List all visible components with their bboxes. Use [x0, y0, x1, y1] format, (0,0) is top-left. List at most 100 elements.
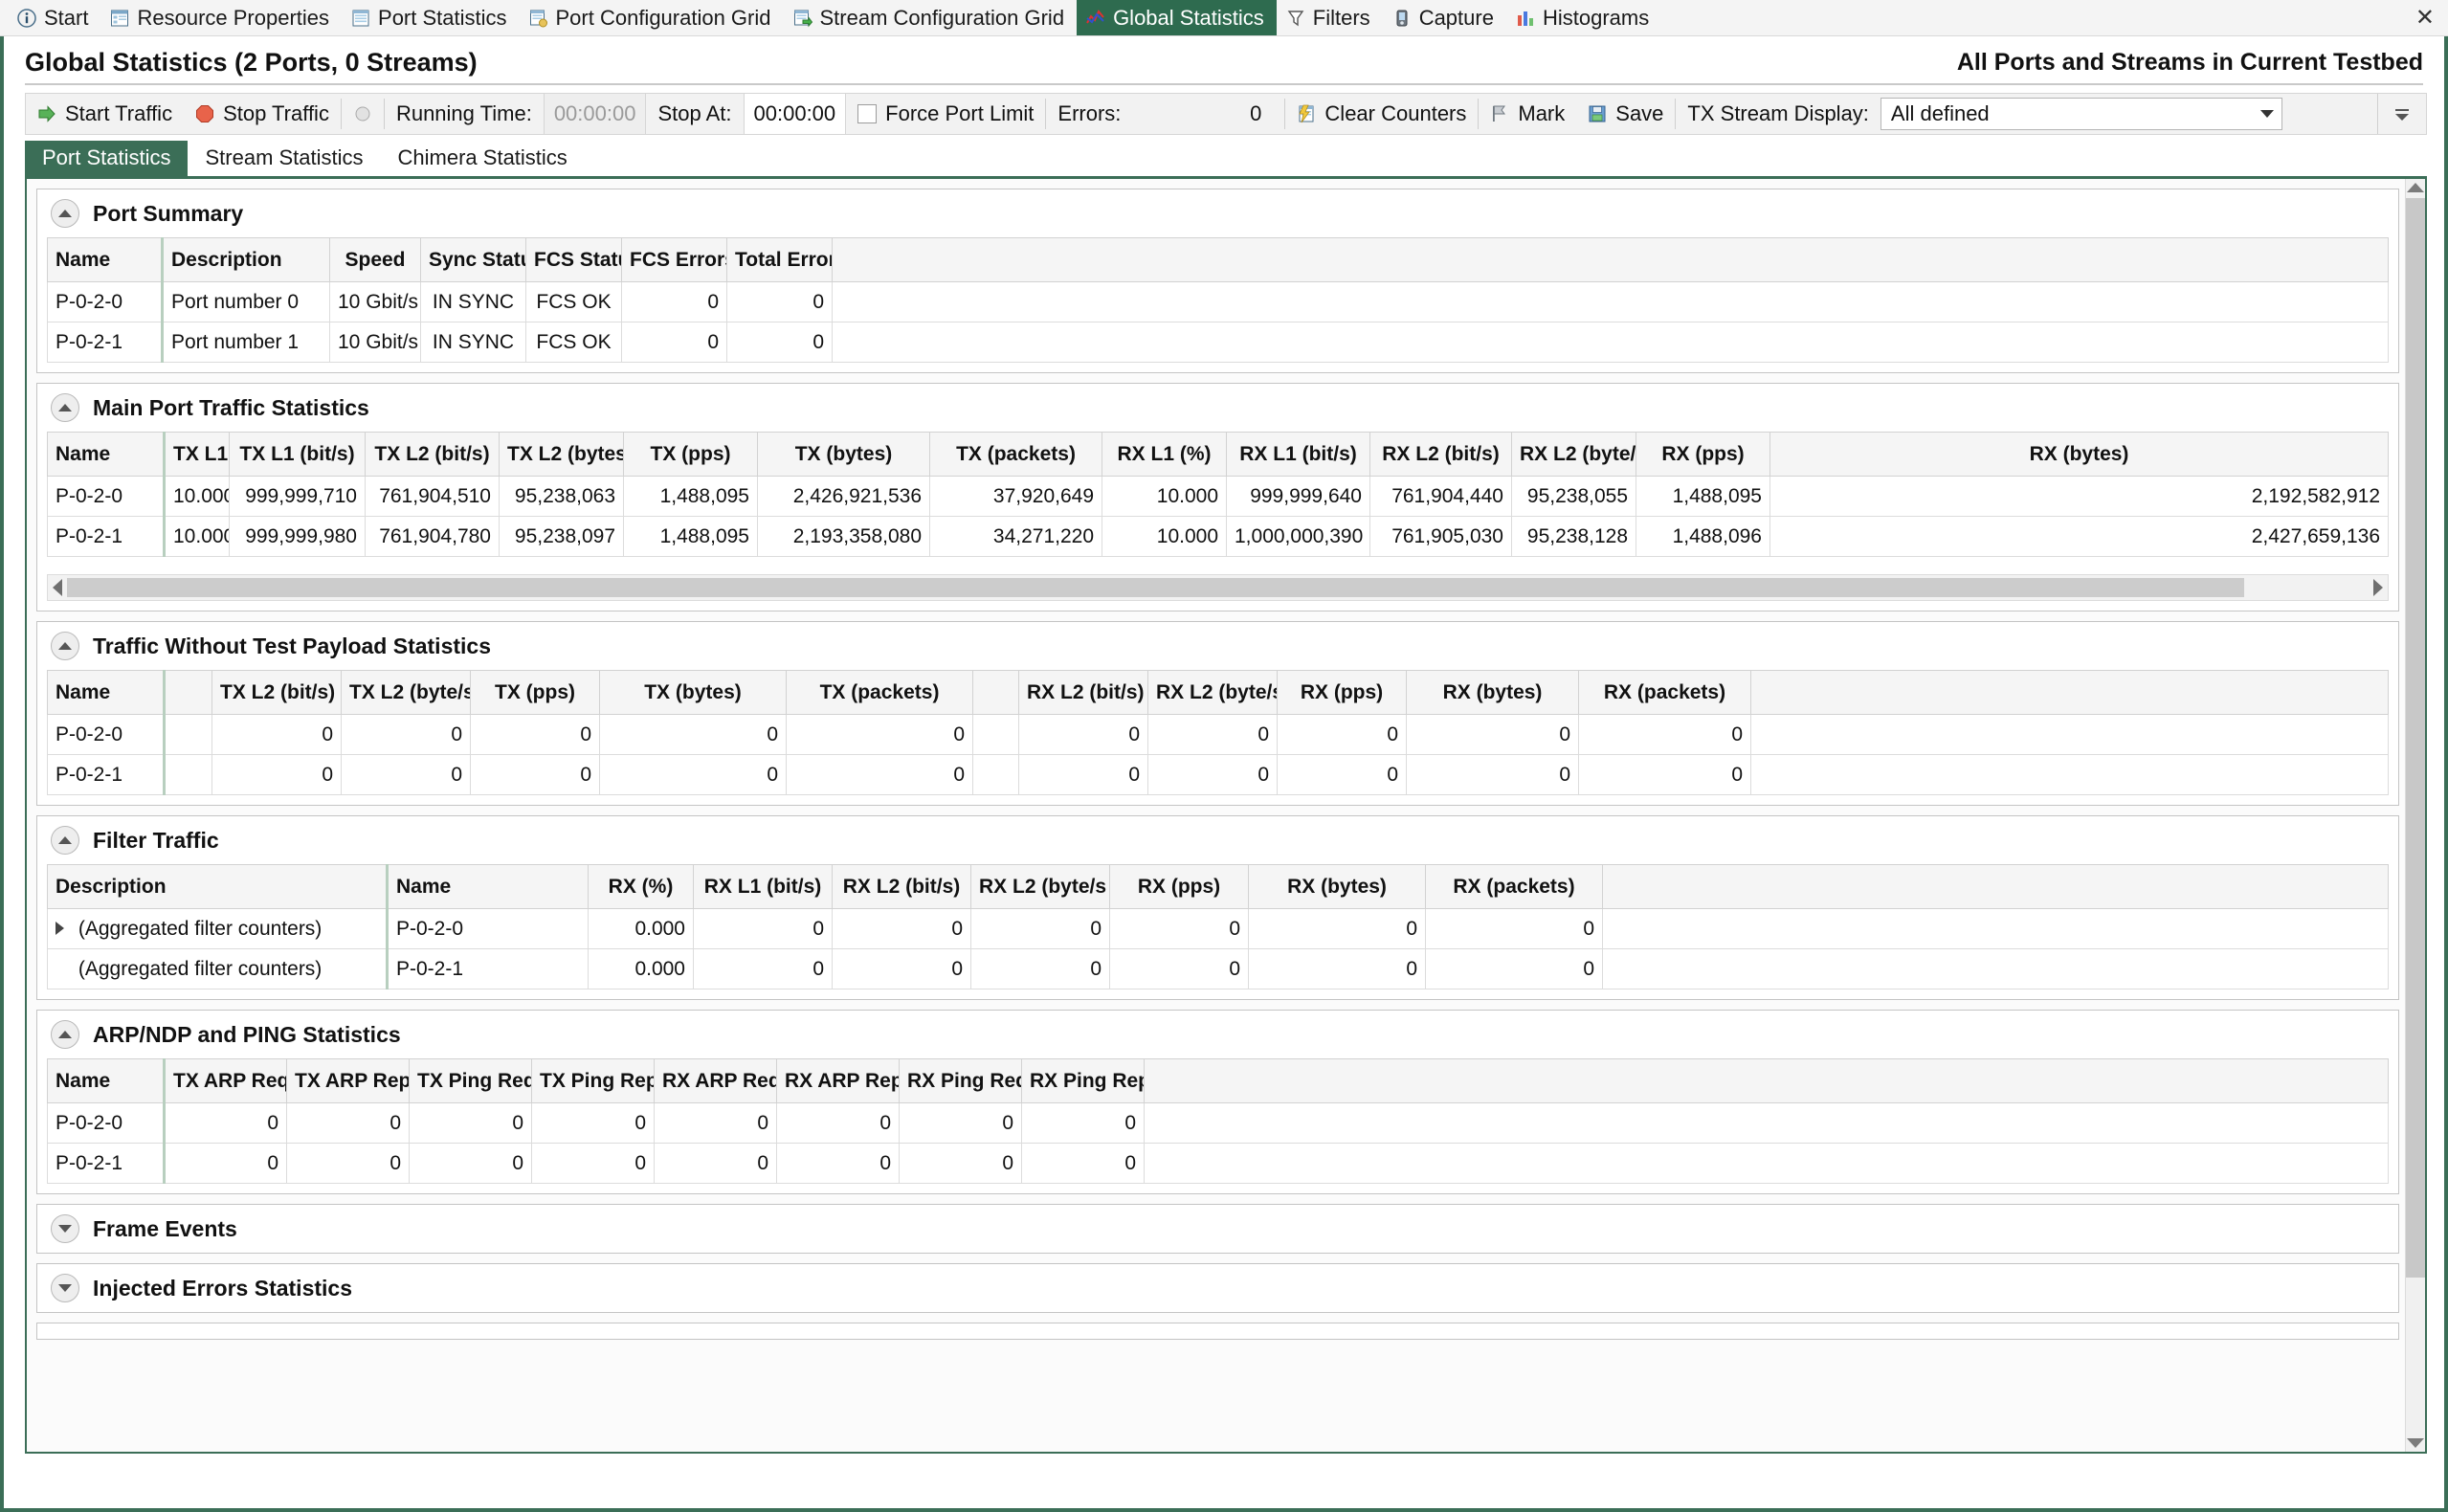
col-rx-arp-req[interactable]: RX ARP Req [654, 1058, 777, 1103]
tab-start[interactable]: Start [8, 0, 100, 35]
col-tx-ping-req[interactable]: TX Ping Req [409, 1058, 532, 1103]
table-row[interactable]: P-0-2-0 0 0 0 0 0 0 0 0 [47, 1102, 2389, 1144]
hscroll-thumb[interactable] [67, 578, 2244, 597]
col-rx-l1-bits[interactable]: RX L1 (bit/s) [693, 864, 833, 909]
collapse-toggle-icon[interactable] [51, 1020, 79, 1049]
col-tx-pps[interactable]: TX (pps) [623, 432, 758, 477]
col-tx-l2-bits[interactable]: TX L2 (bit/s) [211, 670, 342, 715]
main-port-traffic-hscrollbar[interactable] [47, 574, 2389, 601]
col-rx-pps[interactable]: RX (pps) [1277, 670, 1407, 715]
table-row[interactable]: P-0-2-0 Port number 0 10 Gbit/s IN SYNC … [47, 281, 2389, 322]
col-description[interactable]: Description [162, 237, 330, 282]
col-fcs-errors[interactable]: FCS Errors [621, 237, 727, 282]
tab-port-configuration-grid[interactable]: Port Configuration Grid [520, 0, 784, 35]
col-tx-l2-bytes[interactable]: TX L2 (byte/s [341, 670, 471, 715]
col-rx-packets[interactable]: RX (packets) [1425, 864, 1603, 909]
clear-counters-button[interactable]: Clear Counters [1285, 94, 1478, 134]
col-rx-pps[interactable]: RX (pps) [1636, 432, 1770, 477]
table-row[interactable]: P-0-2-1 0 0 0 0 0 0 0 0 [47, 754, 2389, 795]
collapse-toggle-icon[interactable] [51, 632, 79, 660]
panel-traffic-without-payload-header[interactable]: Traffic Without Test Payload Statistics [37, 622, 2398, 670]
tab-stream-configuration-grid[interactable]: Stream Configuration Grid [784, 0, 1078, 35]
col-rx-l2-bytes[interactable]: RX L2 (byte/s [970, 864, 1110, 909]
vscroll-thumb[interactable] [2406, 198, 2425, 1278]
stop-traffic-button[interactable]: Stop Traffic [184, 94, 341, 134]
expand-toggle-icon[interactable] [51, 1274, 79, 1302]
col-name[interactable]: Name [47, 670, 166, 715]
col-rx-l1-bits[interactable]: RX L1 (bit/s) [1226, 432, 1370, 477]
col-rx-l1-pct[interactable]: RX L1 (%) [1102, 432, 1227, 477]
col-tx-bytes[interactable]: TX (bytes) [757, 432, 930, 477]
force-port-limit-checkbox[interactable]: Force Port Limit [846, 94, 1045, 134]
start-traffic-button[interactable]: Start Traffic [26, 94, 184, 134]
collapse-toggle-icon[interactable] [51, 826, 79, 855]
mark-button[interactable]: Mark [1479, 94, 1576, 134]
panel-port-summary-header[interactable]: Port Summary [37, 189, 2398, 237]
table-row[interactable]: P-0-2-0 0 0 0 0 0 0 0 0 [47, 714, 2389, 755]
col-speed[interactable]: Speed [329, 237, 421, 282]
table-row[interactable]: P-0-2-1 0 0 0 0 0 0 0 0 [47, 1143, 2389, 1184]
col-tx-bytes[interactable]: TX (bytes) [599, 670, 787, 715]
table-row[interactable]: P-0-2-1 10.000 999,999,980 761,904,780 9… [47, 516, 2389, 557]
scroll-right-icon[interactable] [2373, 579, 2383, 596]
table-row[interactable]: P-0-2-1 Port number 1 10 Gbit/s IN SYNC … [47, 322, 2389, 363]
panel-injected-errors-header[interactable]: Injected Errors Statistics [37, 1264, 2398, 1312]
col-tx-l2-bytes[interactable]: TX L2 (bytes/ [499, 432, 624, 477]
col-sync-status[interactable]: Sync Status [420, 237, 526, 282]
col-tx-arp-req[interactable]: TX ARP Req [164, 1058, 287, 1103]
col-rx-l2-bits[interactable]: RX L2 (bit/s) [1018, 670, 1148, 715]
stop-at-input[interactable]: 00:00:00 [743, 94, 847, 134]
col-tx-l2-bits[interactable]: TX L2 (bit/s) [365, 432, 500, 477]
col-tx-l1-bits[interactable]: TX L1 (bit/s) [229, 432, 366, 477]
tab-filters[interactable]: Filters [1277, 0, 1383, 35]
expand-row-icon[interactable] [56, 918, 73, 941]
scroll-up-icon[interactable] [2407, 183, 2424, 192]
col-rx-ping-req[interactable]: RX Ping Req [899, 1058, 1022, 1103]
col-tx-arp-rep[interactable]: TX ARP Rep [286, 1058, 410, 1103]
col-name[interactable]: Name [387, 864, 589, 909]
tab-global-statistics[interactable]: Global Statistics [1077, 0, 1277, 35]
tab-histograms[interactable]: Histograms [1506, 0, 1661, 35]
col-total-errors[interactable]: Total Errors [726, 237, 833, 282]
save-button[interactable]: Save [1576, 94, 1675, 134]
tx-stream-display-select[interactable]: All defined [1880, 98, 2282, 130]
expand-toggle-icon[interactable] [51, 1214, 79, 1243]
col-rx-bytes[interactable]: RX (bytes) [1406, 670, 1579, 715]
scroll-left-icon[interactable] [53, 579, 62, 596]
content-vertical-scrollbar[interactable] [2405, 179, 2425, 1452]
scroll-down-icon[interactable] [2407, 1438, 2424, 1448]
toolbar-overflow-button[interactable] [2377, 94, 2426, 134]
col-name[interactable]: Name [47, 237, 164, 282]
col-tx-l1-pct[interactable]: TX L1 (% [164, 432, 230, 477]
panel-arp-ndp-ping-header[interactable]: ARP/NDP and PING Statistics [37, 1011, 2398, 1058]
col-tx-packets[interactable]: TX (packets) [929, 432, 1102, 477]
col-rx-pct[interactable]: RX (%) [588, 864, 694, 909]
tab-chimera-statistics-sub[interactable]: Chimera Statistics [381, 141, 585, 176]
col-rx-l2-bits[interactable]: RX L2 (bit/s) [832, 864, 971, 909]
col-tx-packets[interactable]: TX (packets) [786, 670, 973, 715]
col-rx-arp-rep[interactable]: RX ARP Rep [776, 1058, 900, 1103]
tab-stream-statistics-sub[interactable]: Stream Statistics [188, 141, 380, 176]
close-icon[interactable]: ✕ [2415, 6, 2435, 30]
table-row[interactable]: P-0-2-0 10.000 999,999,710 761,904,510 9… [47, 476, 2389, 517]
panel-main-port-traffic-header[interactable]: Main Port Traffic Statistics [37, 384, 2398, 432]
col-description[interactable]: Description [47, 864, 389, 909]
col-tx-pps[interactable]: TX (pps) [470, 670, 600, 715]
col-rx-l2-bits[interactable]: RX L2 (bit/s) [1369, 432, 1512, 477]
col-rx-packets[interactable]: RX (packets) [1578, 670, 1751, 715]
col-name[interactable]: Name [47, 1058, 166, 1103]
panel-filter-traffic-header[interactable]: Filter Traffic [37, 816, 2398, 864]
tab-resource-properties[interactable]: Resource Properties [100, 0, 342, 35]
col-tx-ping-rep[interactable]: TX Ping Rep [531, 1058, 655, 1103]
col-name[interactable]: Name [47, 432, 166, 477]
table-row[interactable]: (Aggregated filter counters) P-0-2-0 0.0… [47, 908, 2389, 949]
tab-capture[interactable]: Capture [1383, 0, 1506, 35]
col-rx-bytes[interactable]: RX (bytes) [1769, 432, 2389, 477]
col-rx-ping-rep[interactable]: RX Ping Rep [1021, 1058, 1145, 1103]
tab-port-statistics-sub[interactable]: Port Statistics [25, 141, 189, 176]
col-rx-bytes[interactable]: RX (bytes) [1248, 864, 1426, 909]
tab-port-statistics[interactable]: Port Statistics [342, 0, 519, 35]
collapse-toggle-icon[interactable] [51, 393, 79, 422]
col-rx-l2-bytes[interactable]: RX L2 (byte/s [1147, 670, 1278, 715]
col-fcs-status[interactable]: FCS Status [525, 237, 622, 282]
